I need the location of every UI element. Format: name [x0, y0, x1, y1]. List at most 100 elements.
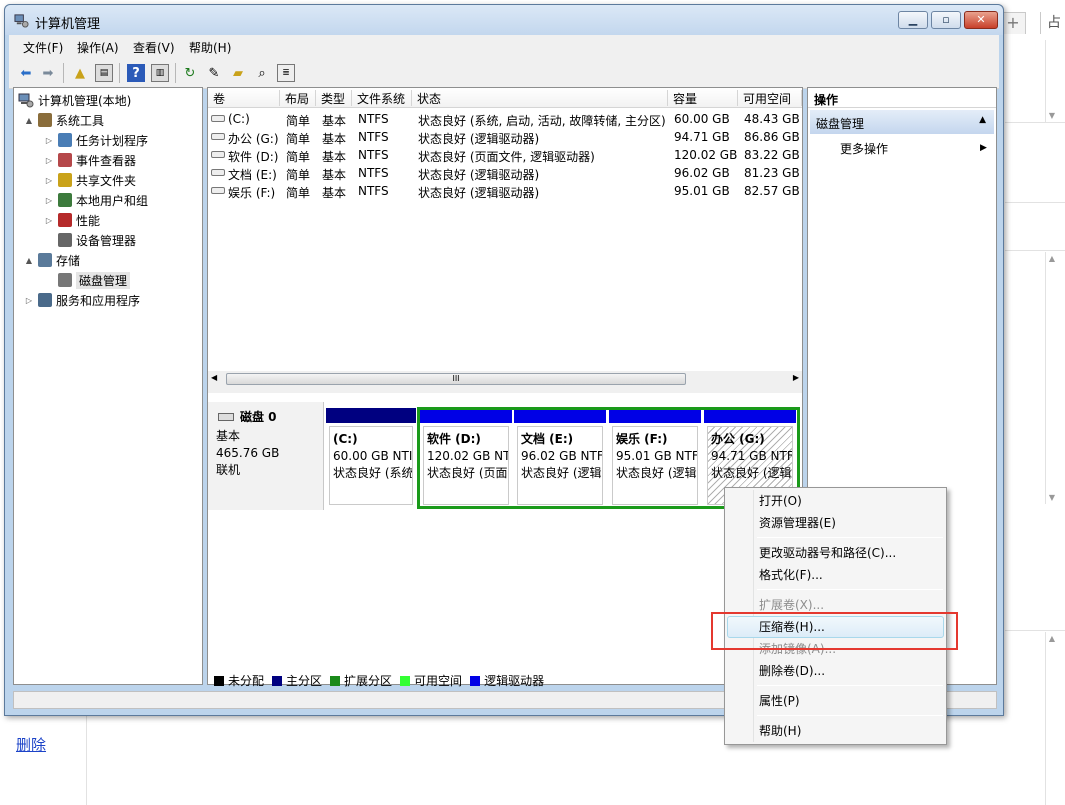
volume-row[interactable]: 办公 (G:) 简单 基本 NTFS 状态良好 (逻辑驱动器) 94.71 GB 86.86…: [208, 128, 802, 146]
show-hide-tree-icon[interactable]: ▤: [95, 64, 113, 82]
tree-item[interactable]: ▲ 存储: [24, 250, 80, 270]
volume-cell: 95.01 GB: [674, 184, 730, 198]
minimize-button[interactable]: ▁: [898, 11, 928, 29]
background-scrollbar[interactable]: ▼: [1045, 40, 1059, 122]
menu-file[interactable]: 文件(F): [23, 39, 63, 56]
disk-icon: [218, 412, 234, 421]
volume-cell: 60.00 GB: [674, 112, 730, 126]
tree-item[interactable]: ▷ 本地用户和组: [44, 190, 148, 210]
tree-item[interactable]: ▷ 事件查看器: [44, 150, 136, 170]
tree-expander-icon[interactable]: ▷: [44, 136, 54, 145]
column-header-free-space[interactable]: 可用空间: [738, 90, 802, 106]
pane-splitter[interactable]: [208, 387, 802, 393]
column-header-filesystem[interactable]: 文件系统: [352, 90, 412, 106]
tree-expander-icon[interactable]: ▷: [24, 296, 34, 305]
tree-item[interactable]: ▷ 共享文件夹: [44, 170, 136, 190]
context-menu-item[interactable]: 资源管理器(E): [727, 512, 944, 534]
tree-expander-icon[interactable]: ▷: [44, 176, 54, 185]
up-folder-icon[interactable]: ▲: [71, 64, 89, 82]
close-button[interactable]: ✕: [964, 11, 998, 29]
volume-row[interactable]: 软件 (D:) 简单 基本 NTFS 状态良好 (页面文件, 逻辑驱动器) 120.02 …: [208, 146, 802, 164]
back-arrow-icon[interactable]: ⬅: [17, 64, 35, 82]
show-hide-action-icon[interactable]: ▥: [151, 64, 169, 82]
column-header-volume[interactable]: 卷: [208, 90, 280, 106]
navigation-tree: 计算机管理(本地) ▲ 系统工具 ▷ 任务计划程序 ▷ 事件查看器 ▷ 共享文件夹 ▷ 本地用户和…: [13, 87, 203, 685]
tree-root[interactable]: 计算机管理(本地): [18, 90, 131, 110]
tree-item[interactable]: ▷ 任务计划程序: [44, 130, 148, 150]
refresh-icon[interactable]: ↻: [181, 64, 199, 82]
column-header-status[interactable]: 状态: [412, 90, 668, 106]
tree-expander-icon[interactable]: ▲: [24, 256, 34, 265]
tree-item[interactable]: ▷ 性能: [44, 210, 100, 230]
volume-row[interactable]: (C:) 简单 基本 NTFS 状态良好 (系统, 启动, 活动, 故障转储, 主分区)…: [208, 110, 802, 128]
tools-icon: [38, 113, 52, 127]
context-menu-separator: [757, 537, 943, 538]
menu-view[interactable]: 查看(V): [133, 39, 175, 56]
context-menu-item[interactable]: 删除卷(D)...: [727, 660, 944, 682]
background-divider: [86, 716, 87, 805]
properties-icon[interactable]: ✎: [205, 64, 223, 82]
disk-info[interactable]: 磁盘 0 基本 465.76 GB 联机: [208, 402, 324, 510]
properties-list-icon[interactable]: ≣: [277, 64, 295, 82]
delete-link[interactable]: 删除: [16, 734, 46, 755]
more-actions[interactable]: 更多操作: [840, 140, 888, 157]
partition-block[interactable]: (C:) 60.00 GB NTI 状态良好 (系统: [326, 408, 416, 508]
volume-cell: 简单: [286, 150, 311, 164]
volume-cell: 基本: [322, 168, 347, 182]
menu-help[interactable]: 帮助(H): [189, 39, 231, 56]
volume-cell: 120.02 GB: [674, 148, 738, 162]
context-menu-separator: [757, 715, 943, 716]
context-menu-item[interactable]: 帮助(H): [727, 720, 944, 742]
tree-item[interactable]: ▷ 服务和应用程序: [24, 290, 140, 310]
legend-item: 未分配: [214, 672, 264, 689]
volume-row[interactable]: 娱乐 (F:) 简单 基本 NTFS 状态良好 (逻辑驱动器) 95.01 GB 82.57…: [208, 182, 802, 200]
scroll-left-icon[interactable]: ◀: [211, 373, 217, 382]
forward-arrow-icon[interactable]: ➡: [39, 64, 57, 82]
help-icon[interactable]: ?: [127, 64, 145, 82]
partition-title: (C:): [333, 432, 358, 446]
maximize-button[interactable]: ▫: [931, 11, 961, 29]
background-scrollbar[interactable]: ▲: [1045, 632, 1059, 805]
column-header-capacity[interactable]: 容量: [668, 90, 738, 106]
scroll-right-icon[interactable]: ▶: [793, 373, 799, 382]
tree-item[interactable]: 磁盘管理: [44, 270, 131, 290]
background-divider: [1005, 122, 1065, 123]
drive-icon: [211, 115, 225, 122]
volume-cell: 办公 (G:): [228, 132, 279, 146]
tree-expander-icon[interactable]: ▷: [44, 216, 54, 225]
actions-section-disk-management[interactable]: 磁盘管理 ▲: [810, 110, 994, 134]
tree-expander-icon[interactable]: ▷: [44, 196, 54, 205]
tree-item[interactable]: ▲ 系统工具: [24, 110, 104, 130]
volume-row[interactable]: 文档 (E:) 简单 基本 NTFS 状态良好 (逻辑驱动器) 96.02 GB 81.23…: [208, 164, 802, 182]
tree-item[interactable]: 设备管理器: [44, 230, 136, 250]
background-tab[interactable]: 占: [1040, 12, 1065, 34]
horizontal-scrollbar[interactable]: ◀ III ▶: [208, 371, 802, 387]
tree-expander-icon[interactable]: ▲: [24, 116, 34, 125]
tree-expander-icon[interactable]: ▷: [44, 156, 54, 165]
legend-label: 未分配: [228, 674, 265, 688]
scrollbar-thumb[interactable]: III: [226, 373, 686, 385]
context-menu-item[interactable]: 属性(P): [727, 690, 944, 712]
collapse-icon[interactable]: ▲: [979, 115, 986, 125]
context-menu-item[interactable]: 格式化(F)...: [727, 564, 944, 586]
window-title: 计算机管理: [35, 17, 101, 32]
legend-swatch: [400, 675, 411, 686]
device-manager-icon: [58, 233, 72, 247]
title-bar[interactable]: 计算机管理 ▁ ▫ ✕: [5, 5, 1003, 35]
tree-item-label: 事件查看器: [76, 153, 137, 168]
context-menu-item[interactable]: 打开(O): [727, 490, 944, 512]
legend-label: 扩展分区: [344, 674, 393, 688]
background-scrollbar[interactable]: ▲ ▼: [1045, 252, 1059, 504]
actions-section-label: 磁盘管理: [816, 117, 865, 131]
disk-size: 465.76 GB: [216, 446, 280, 460]
background-divider: [1005, 250, 1065, 251]
menu-action[interactable]: 操作(A): [77, 39, 119, 56]
column-header-layout[interactable]: 布局: [280, 90, 316, 106]
volume-cell: 状态良好 (逻辑驱动器): [418, 186, 540, 200]
volume-cell: 基本: [322, 132, 347, 146]
volume-cell: 简单: [286, 132, 311, 146]
open-folder-icon[interactable]: ▰: [229, 64, 247, 82]
context-menu-item[interactable]: 更改驱动器号和路径(C)...: [727, 542, 944, 564]
search-icon[interactable]: ⌕: [253, 64, 271, 82]
column-header-type[interactable]: 类型: [316, 90, 352, 106]
